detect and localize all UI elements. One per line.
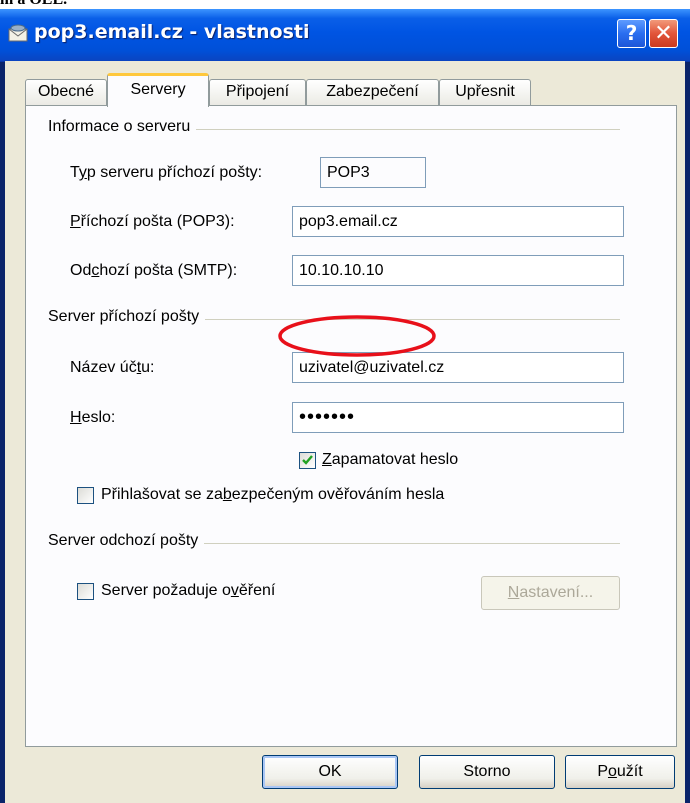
password-label-mnemonic: H — [70, 409, 82, 426]
incoming-mail-label: Příchozí pošta (POP3): — [70, 213, 235, 231]
settings-button-rest: astavení... — [519, 584, 594, 601]
settings-button[interactable]: Nastavení... — [481, 576, 620, 610]
password-label-rest: eslo: — [81, 409, 116, 426]
dialog-client-area: Obecné Servery Připojení Zabezpečení Upř… — [5, 61, 685, 803]
tab-connection[interactable]: Připojení — [209, 79, 306, 105]
auth-label-part: Server požaduje o — [101, 582, 231, 599]
outgoing-server-group-label: Server odchozí pošty — [48, 532, 205, 550]
auth-label-mnemonic: v — [230, 582, 239, 599]
outgoing-mail-label-part: Od — [70, 262, 92, 279]
outgoing-mail-label-rest: hozí pošta (SMTP): — [99, 262, 238, 279]
remember-password-label[interactable]: Zapamatovat heslo — [322, 451, 458, 469]
remember-password-label-rest: apamatovat heslo — [331, 451, 459, 468]
server-type-label: Typ serveru příchozí pošty: — [70, 164, 262, 182]
apply-button-part: P — [597, 763, 608, 780]
server-type-field: POP3 — [320, 157, 426, 188]
apply-button-rest: užít — [616, 763, 643, 780]
servers-tab-panel: Informace o serveru Typ serveru příchozí… — [25, 105, 677, 747]
apply-button-mnemonic: o — [607, 763, 617, 780]
auth-label-rest: ěření — [238, 582, 276, 599]
spa-label-mnemonic: b — [222, 486, 232, 503]
close-button[interactable]: ✕ — [649, 19, 678, 48]
tab-servers[interactable]: Servery — [107, 73, 209, 107]
account-name-label: Název účtu: — [70, 359, 155, 377]
spa-label[interactable]: Přihlašovat se zabezpečeným ověřováním h… — [101, 486, 444, 504]
spa-label-part: Přihlašovat se za — [101, 486, 223, 503]
ok-button[interactable]: OK — [262, 755, 398, 789]
incoming-server-group-label: Server příchozí pošty — [48, 308, 206, 326]
help-button[interactable]: ? — [617, 19, 646, 48]
account-name-label-rest: u: — [141, 359, 155, 376]
checkmark-icon — [302, 455, 313, 465]
spa-checkbox[interactable] — [77, 487, 94, 504]
server-type-label-mnemonic: y — [78, 164, 87, 181]
properties-dialog: pop3.email.cz - vlastnosti ? ✕ Obecné Se… — [0, 9, 690, 803]
server-requires-auth-label[interactable]: Server požaduje ověření — [101, 582, 275, 600]
settings-button-mnemonic: N — [507, 584, 520, 601]
server-requires-auth-checkbox[interactable] — [77, 583, 94, 600]
server-type-label-rest: p serveru příchozí pošty: — [86, 164, 263, 181]
incoming-mail-label-mnemonic: P — [70, 213, 81, 230]
cancel-button[interactable]: Storno — [419, 755, 555, 789]
account-name-label-part: Název úč — [70, 359, 137, 376]
outgoing-mail-label: Odchozí pošta (SMTP): — [70, 262, 237, 280]
incoming-mail-input[interactable]: pop3.email.cz — [292, 206, 624, 237]
remember-password-label-mnemonic: Z — [322, 451, 332, 468]
server-type-label-part: T — [70, 164, 79, 181]
highlight-ellipse — [278, 315, 436, 357]
server-info-group-label: Informace o serveru — [48, 118, 197, 136]
title-bar[interactable]: pop3.email.cz - vlastnosti ? ✕ — [0, 9, 690, 62]
password-label: Heslo: — [70, 409, 115, 427]
cropped-top-text: m a OEL. — [0, 0, 690, 9]
apply-button[interactable]: Použít — [565, 755, 675, 789]
mail-account-icon — [8, 24, 28, 42]
password-input[interactable]: ••••••• — [292, 402, 624, 433]
cropped-top-text-content: m a OEL. — [0, 0, 67, 9]
spa-label-rest: ezpečeným ověřováním hesla — [231, 486, 445, 503]
remember-password-checkbox[interactable] — [299, 452, 316, 469]
outgoing-mail-input[interactable]: 10.10.10.10 — [292, 255, 624, 286]
tab-advanced[interactable]: Upřesnit — [439, 79, 531, 105]
tab-security[interactable]: Zabezpečení — [306, 79, 439, 105]
window-title: pop3.email.cz - vlastnosti — [34, 21, 310, 43]
incoming-mail-label-rest: říchozí pošta (POP3): — [80, 213, 235, 230]
tab-general[interactable]: Obecné — [25, 79, 107, 105]
